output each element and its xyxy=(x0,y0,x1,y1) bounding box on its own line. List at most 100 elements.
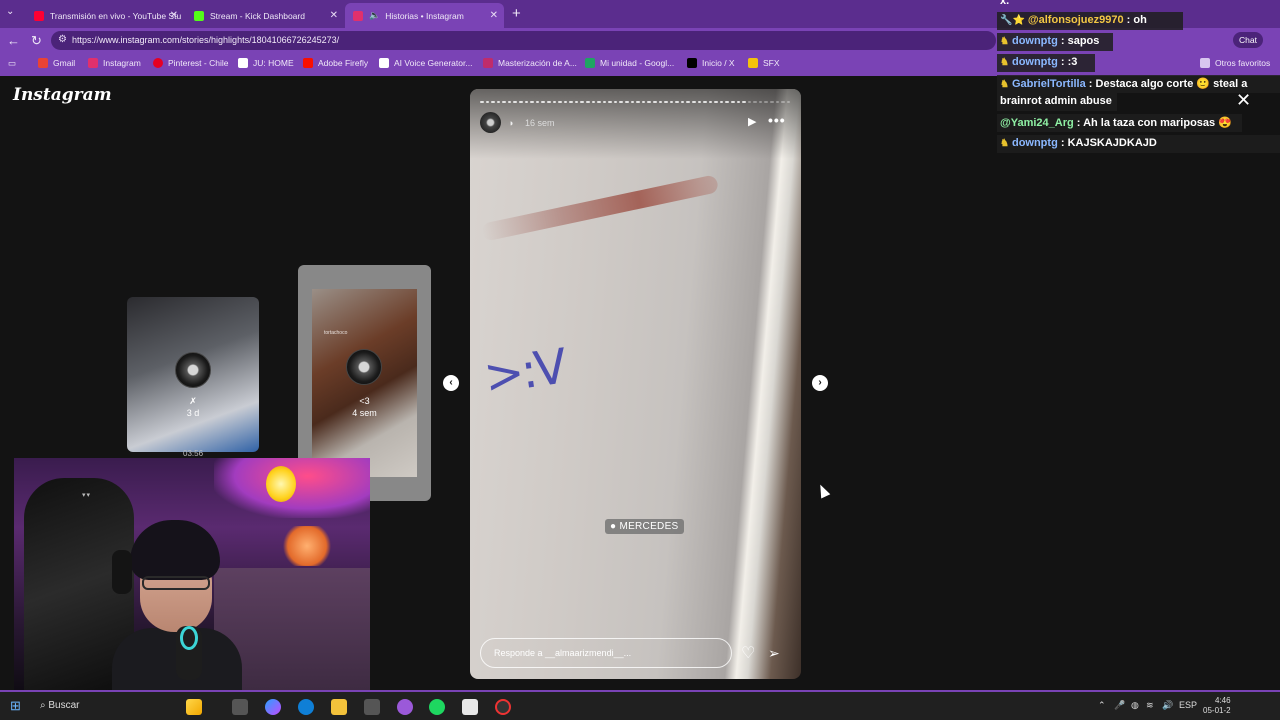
store-icon[interactable] xyxy=(364,699,380,715)
bookmark-instagram[interactable]: Instagram xyxy=(88,58,141,68)
bookmark-gmail[interactable]: Gmail xyxy=(38,58,75,68)
tab-instagram-stories[interactable]: 🔈 Historias • Instagram ✕ xyxy=(345,3,504,28)
new-tab-button[interactable]: + xyxy=(512,5,521,22)
bookmark-pinterest[interactable]: Pinterest - Chile xyxy=(153,58,228,68)
stream-chat-overlay: x. 🔧⭐ @alfonsojuez9970 : oh ♞ downptg : sa… xyxy=(997,0,1280,155)
next-story-button[interactable]: › xyxy=(812,375,828,391)
copilot-sparkle-icon[interactable] xyxy=(186,699,202,715)
site-info-icon[interactable]: ⚙ xyxy=(58,34,67,45)
mouse-cursor xyxy=(815,482,831,499)
play-icon[interactable]: ▶ xyxy=(748,115,756,128)
bookmark-ai-voice[interactable]: AI Voice Generator... xyxy=(379,58,472,68)
reply-input[interactable]: Responde a __almaarizmendi__... xyxy=(480,638,732,668)
spotify-icon[interactable] xyxy=(429,699,445,715)
reading-list-icon[interactable]: ▭ xyxy=(8,58,16,69)
progress-segment xyxy=(546,101,551,103)
url-text: https://www.instagram.com/stories/highli… xyxy=(72,35,340,45)
progress-segment xyxy=(758,101,763,103)
chat-message: ♞ downptg : KAJSKAJDKAJD xyxy=(997,135,1280,153)
tab-search-icon[interactable]: ⌄ xyxy=(6,6,14,17)
more-options-icon[interactable]: ••• xyxy=(768,112,786,128)
tab-kick-dashboard[interactable]: Stream - Kick Dashboard ✕ xyxy=(186,3,344,28)
bookmark-x[interactable]: Inicio / X xyxy=(687,58,735,68)
progress-segment xyxy=(541,101,545,103)
audio-playing-icon[interactable]: 🔈 xyxy=(369,10,380,21)
progress-segment xyxy=(714,101,718,103)
progress-segment xyxy=(647,101,651,103)
progress-segment xyxy=(513,101,518,103)
streamer-hair xyxy=(130,520,220,580)
progress-segment xyxy=(613,101,618,103)
back-button[interactable]: ← xyxy=(7,33,20,48)
youtube-icon xyxy=(34,10,44,21)
progress-segment xyxy=(580,101,584,103)
chat-text: : Ah la taza con mariposas 😍 xyxy=(1076,117,1232,129)
badge-icon: ♞ xyxy=(1000,79,1009,90)
progress-segment xyxy=(491,101,495,103)
browser-icon[interactable] xyxy=(397,699,413,715)
progress-segment xyxy=(591,101,596,103)
instagram-logo[interactable]: Instagram xyxy=(13,85,112,105)
heart-icon[interactable]: ♡ xyxy=(741,643,755,663)
chat-message: @Yami24_Arg : Ah la taza con mariposas 😍 xyxy=(997,114,1242,132)
progress-segment xyxy=(680,101,685,103)
send-icon[interactable]: ➢ xyxy=(768,645,780,662)
file-explorer-icon[interactable] xyxy=(331,699,347,715)
highlight-card-previous[interactable]: ✗ 3 d xyxy=(127,297,259,452)
close-story-icon[interactable]: ✕ xyxy=(1236,90,1251,111)
badge-icon: ♞ xyxy=(1000,138,1009,149)
close-tab-icon[interactable]: ✕ xyxy=(490,10,498,21)
active-story[interactable]: ◑ 16 sem ▶ ••• >:V ● MERCEDES Responde a… xyxy=(470,89,801,679)
chat-user: @Yami24_Arg xyxy=(1000,117,1074,129)
app-icon[interactable] xyxy=(462,699,478,715)
close-tab-icon[interactable]: ✕ xyxy=(330,10,338,21)
tray-chevron-icon[interactable]: ⌃ xyxy=(1098,700,1106,711)
bookmark-google-drive[interactable]: Mi unidad - Googl... xyxy=(585,58,674,68)
highlight-icon-label: <3 xyxy=(359,396,370,406)
close-tab-icon[interactable]: ✕ xyxy=(170,10,178,21)
network-icon[interactable]: ◍ xyxy=(1131,700,1139,711)
task-view-icon[interactable] xyxy=(232,699,248,715)
copilot-icon[interactable] xyxy=(265,699,281,715)
location-pin-icon: ● xyxy=(610,521,617,532)
bookmark-sfx[interactable]: SFX xyxy=(748,58,780,68)
chat-text: : :3 xyxy=(1060,56,1078,68)
windows-start-icon[interactable]: ⊞ xyxy=(10,698,21,714)
windows-taskbar: ⊞ ⌕ Buscar ⌃ 🎤 ◍ ≋ 🔊 ESP 4:46 05-01-2 xyxy=(0,690,1280,720)
taskbar-clock[interactable]: 4:46 05-01-2 xyxy=(1203,696,1231,716)
elevenlabs-icon xyxy=(379,58,389,68)
chat-user: downptg xyxy=(1011,137,1058,149)
chat-button[interactable]: Chat xyxy=(1233,32,1263,48)
location-label: MERCEDES xyxy=(619,521,679,532)
progress-segment xyxy=(753,101,757,103)
badge-icon: ♞ xyxy=(1000,57,1009,68)
folder-icon xyxy=(748,58,758,68)
progress-segment xyxy=(602,101,607,103)
address-bar[interactable]: ⚙ https://www.instagram.com/stories/high… xyxy=(51,31,996,50)
highlight-icon-label: ✗ xyxy=(189,396,197,406)
reload-button[interactable]: ↻ xyxy=(31,33,42,49)
tab-youtube-studio[interactable]: Transmisión en vivo - YouTube Stu ✕ xyxy=(26,3,184,28)
progress-segment xyxy=(664,101,668,103)
previous-story-button[interactable]: ‹ xyxy=(443,375,459,391)
obs-icon[interactable] xyxy=(495,699,511,715)
story-author-avatar[interactable] xyxy=(480,112,501,133)
chat-fragment: x. xyxy=(1000,0,1010,7)
progress-segment xyxy=(742,101,746,103)
progress-segment xyxy=(675,101,679,103)
progress-segment xyxy=(691,101,696,103)
bookmark-ju-home[interactable]: JU: HOME xyxy=(238,58,294,68)
volume-icon[interactable]: 🔊 xyxy=(1162,700,1173,711)
language-indicator[interactable]: ESP xyxy=(1179,700,1197,710)
bookmark-masterizacion[interactable]: Masterización de A... xyxy=(483,58,577,68)
location-sticker[interactable]: ● MERCEDES xyxy=(605,519,684,534)
bookmark-adobe-firefly[interactable]: Adobe Firefly xyxy=(303,58,368,68)
edge-icon[interactable] xyxy=(298,699,314,715)
progress-segment xyxy=(786,101,791,103)
kick-icon xyxy=(194,10,204,21)
tab-label: Historias • Instagram xyxy=(385,10,464,21)
wifi-icon[interactable]: ≋ xyxy=(1146,700,1154,711)
progress-segment xyxy=(535,101,540,103)
mic-tray-icon[interactable]: 🎤 xyxy=(1114,700,1125,711)
taskbar-search[interactable]: ⌕ Buscar xyxy=(40,700,80,711)
